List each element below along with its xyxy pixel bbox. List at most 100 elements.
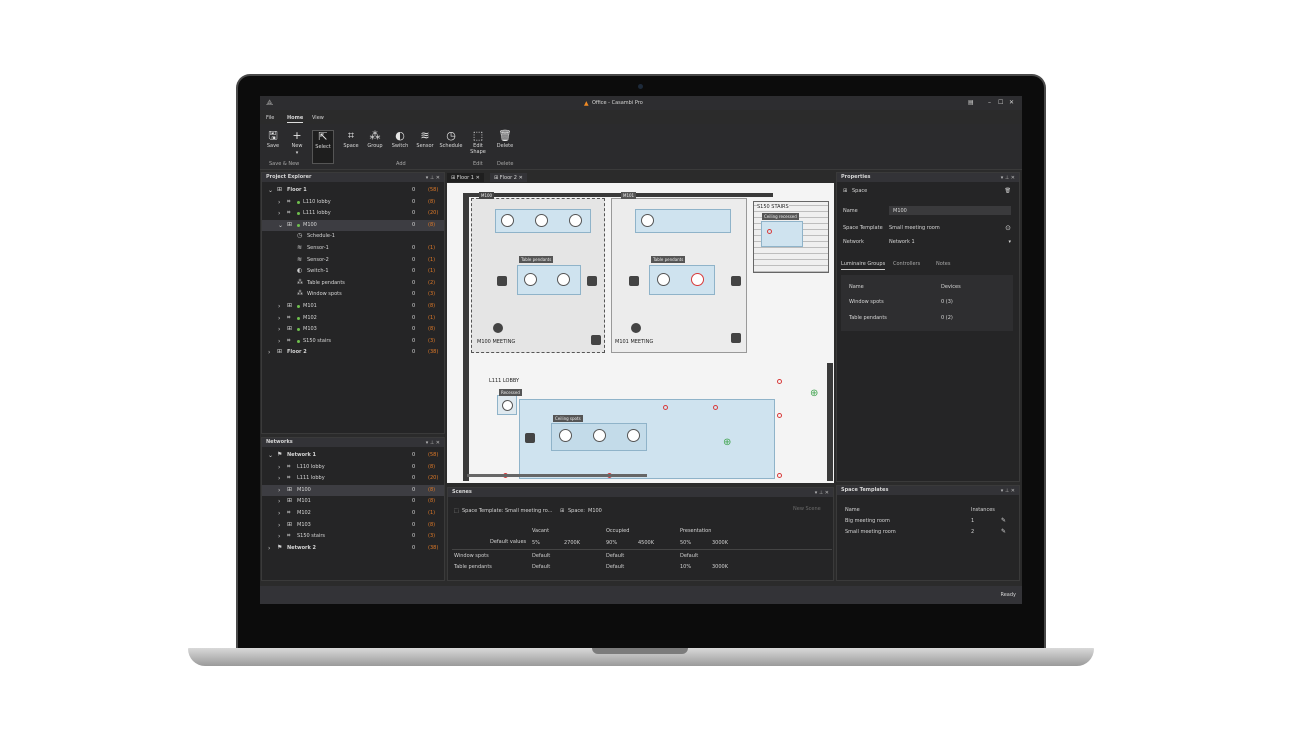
default-value[interactable]: 5%: [532, 540, 540, 546]
panel-close-icon[interactable]: ▾ ⊥ ✕: [426, 440, 440, 446]
tab-controllers[interactable]: Controllers: [893, 262, 920, 267]
tab-floor-2[interactable]: ⊞ Floor 2 ✕: [490, 173, 527, 182]
tree-item[interactable]: ◐ Switch-1 0 (1): [262, 266, 444, 277]
sensor-icon[interactable]: [497, 276, 507, 286]
template-row-name[interactable]: Big meeting room: [845, 519, 890, 524]
tree-item[interactable]: ◷ Schedule-1: [262, 231, 444, 242]
scene-cell[interactable]: 10%: [680, 564, 691, 570]
luminaire[interactable]: [641, 214, 654, 227]
chevron-right-icon[interactable]: ›: [278, 534, 280, 540]
luminaire[interactable]: [569, 214, 582, 227]
delete-button[interactable]: 🗑 Delete: [495, 130, 515, 164]
network-item[interactable]: › ⊞ M100 0 (8): [262, 484, 444, 496]
luminaire[interactable]: [559, 429, 572, 442]
tree-item[interactable]: ⌄ ⊞ Floor 1 0 (58): [262, 185, 444, 196]
network-item[interactable]: › ⌗ S150 stairs 0 (3): [262, 531, 444, 542]
chevron-right-icon[interactable]: ›: [278, 199, 280, 206]
tree-item[interactable]: › ⌗ M102 0 (1): [262, 313, 444, 324]
chevron-right-icon[interactable]: ›: [278, 315, 280, 322]
luminaire[interactable]: [524, 273, 537, 286]
sensor-button[interactable]: ≋ Sensor: [415, 130, 435, 164]
new-button[interactable]: + New ▾: [288, 130, 306, 164]
luminaire[interactable]: [557, 273, 570, 286]
chevron-right-icon[interactable]: ›: [278, 476, 280, 482]
tree-item[interactable]: ⌄ ⊞ M100 0 (8): [262, 219, 444, 231]
template-link-icon[interactable]: ⊙: [1005, 225, 1011, 232]
scene-cell[interactable]: Default: [680, 553, 698, 559]
panel-close-icon[interactable]: ▾ ⊥ ✕: [1001, 175, 1015, 181]
panel-close-icon[interactable]: ▾ ⊥ ✕: [426, 175, 440, 181]
luminaire[interactable]: [535, 214, 548, 227]
network-item[interactable]: › ⊞ M101 0 (8): [262, 496, 444, 507]
panel-close-icon[interactable]: ▾ ⊥ ✕: [1001, 488, 1015, 494]
network-item[interactable]: › ⊞ M103 0 (8): [262, 520, 444, 531]
sensor-icon[interactable]: [525, 433, 535, 443]
default-value[interactable]: 90%: [606, 540, 617, 546]
chevron-down-icon[interactable]: ⌄: [278, 222, 283, 229]
tree-item[interactable]: ⁂ Window spots 0 (3): [262, 289, 444, 300]
schedule-button[interactable]: ◷ Schedule: [438, 130, 464, 164]
maximize-icon[interactable]: ☐: [998, 100, 1003, 106]
chevron-right-icon[interactable]: ›: [268, 350, 270, 356]
new-scene-button[interactable]: New Scene: [793, 507, 821, 512]
chevron-right-icon[interactable]: ›: [278, 304, 280, 310]
schedule-icon[interactable]: [493, 323, 503, 333]
group-row-name[interactable]: Table pendants: [849, 316, 887, 321]
default-value[interactable]: 3000K: [712, 540, 728, 546]
switch-icon[interactable]: [731, 333, 741, 343]
tab-luminaire-groups[interactable]: Luminaire Groups: [841, 262, 886, 270]
tree-item[interactable]: ⁂ Table pendants 0 (2): [262, 278, 444, 289]
luminaire[interactable]: [502, 400, 513, 411]
schedule-icon[interactable]: [631, 323, 641, 333]
network-item[interactable]: › ⌗ L110 lobby 0 (8): [262, 462, 444, 473]
luminaire[interactable]: [691, 273, 704, 286]
select-button[interactable]: ⇱ Select: [312, 130, 334, 164]
luminaire[interactable]: [767, 229, 772, 234]
default-value[interactable]: 2700K: [564, 540, 580, 546]
tab-notes[interactable]: Notes: [936, 262, 950, 267]
chevron-down-icon[interactable]: ⌄: [268, 188, 273, 194]
target-icon[interactable]: ⊕: [723, 438, 731, 448]
network-item[interactable]: › ⚑ Network 2 0 (38): [262, 543, 444, 554]
sensor-icon[interactable]: [731, 276, 741, 286]
template-row-name[interactable]: Small meeting room: [845, 530, 896, 535]
trash-icon[interactable]: 🗑: [1005, 189, 1011, 194]
pencil-icon[interactable]: ✎: [1001, 518, 1006, 524]
luminaire[interactable]: [663, 405, 668, 410]
save-button[interactable]: 🖫 Save: [264, 130, 282, 164]
network-item[interactable]: › ⌗ M102 0 (1): [262, 508, 444, 519]
chevron-right-icon[interactable]: ›: [278, 487, 280, 494]
sensor-icon[interactable]: [629, 276, 639, 286]
tree-item[interactable]: › ⊞ Floor 2 0 (38): [262, 347, 444, 358]
tree-item[interactable]: › ⌗ L111 lobby 0 (20): [262, 208, 444, 219]
template-value[interactable]: Small meeting room: [889, 226, 940, 231]
chevron-down-icon[interactable]: ▾: [1008, 240, 1011, 245]
floor-plan-canvas[interactable]: M100 Table pendants M100 MEETING M101 Ta…: [447, 183, 834, 483]
close-icon[interactable]: ✕: [1009, 100, 1014, 106]
chevron-right-icon[interactable]: ›: [278, 511, 280, 517]
scene-cell[interactable]: 3000K: [712, 564, 728, 570]
chevron-right-icon[interactable]: ›: [278, 338, 280, 345]
luminaire[interactable]: [777, 379, 782, 384]
network-select[interactable]: Network 1: [889, 240, 915, 245]
default-value[interactable]: 4500K: [638, 540, 654, 546]
luminaire[interactable]: [713, 405, 718, 410]
edit-shape-button[interactable]: ⬚ Edit Shape: [468, 130, 488, 164]
group-row-name[interactable]: Window spots: [849, 300, 884, 305]
chevron-right-icon[interactable]: ›: [278, 464, 280, 471]
menu-file[interactable]: File: [266, 116, 274, 121]
feedback-icon[interactable]: ▤: [968, 100, 974, 106]
name-field[interactable]: [889, 206, 1011, 215]
group-button[interactable]: ⁂ Group: [365, 130, 385, 164]
tree-item[interactable]: › ⊞ M103 0 (8): [262, 324, 444, 335]
luminaire[interactable]: [777, 473, 782, 478]
switch-icon[interactable]: [591, 335, 601, 345]
pencil-icon[interactable]: ✎: [1001, 529, 1006, 535]
space-button[interactable]: ⌗ Space: [342, 130, 360, 164]
default-value[interactable]: 50%: [680, 540, 691, 546]
tree-item[interactable]: ≋ Sensor-1 0 (1): [262, 243, 444, 254]
menu-view[interactable]: View: [312, 116, 324, 121]
tree-item[interactable]: › ⌗ L110 lobby 0 (8): [262, 197, 444, 208]
tree-item[interactable]: › ⊞ M101 0 (8): [262, 301, 444, 312]
tab-floor-1[interactable]: ⊞ Floor 1 ✕: [447, 173, 484, 182]
